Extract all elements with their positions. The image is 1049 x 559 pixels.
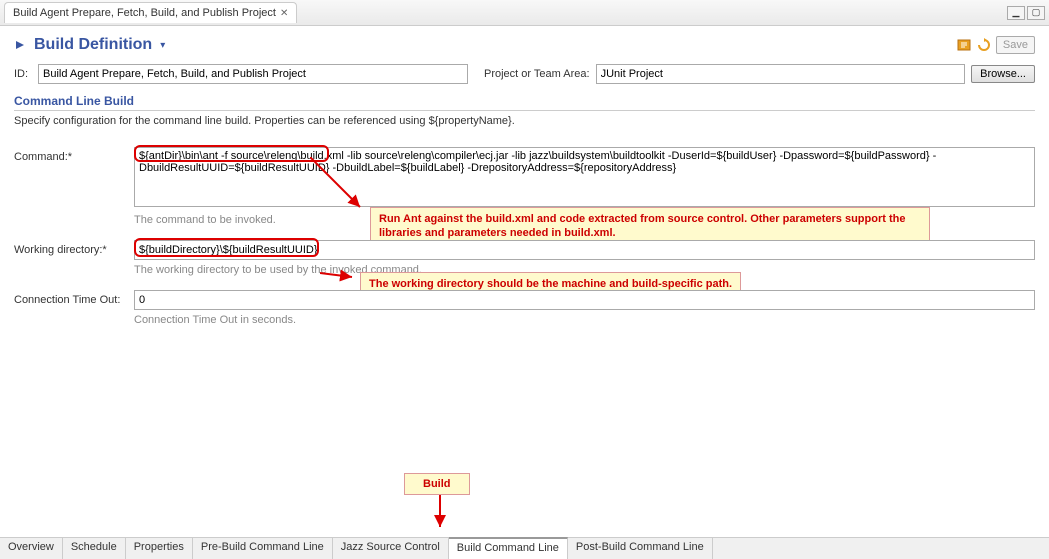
project-label: Project or Team Area: [484, 68, 590, 80]
project-input[interactable] [596, 64, 966, 84]
id-input[interactable] [38, 64, 468, 84]
id-label: ID: [14, 68, 32, 80]
tab-jazz-source-control[interactable]: Jazz Source Control [333, 538, 449, 559]
tab-post-build-command-line[interactable]: Post-Build Command Line [568, 538, 713, 559]
command-label: Command:* [14, 147, 134, 163]
workdir-label: Working directory:* [14, 240, 134, 256]
collapse-icon[interactable] [14, 39, 26, 51]
minimize-button[interactable]: ▁ [1007, 6, 1025, 20]
callout-build: Build [404, 473, 470, 495]
timeout-hint: Connection Time Out in seconds. [134, 314, 1035, 326]
maximize-button[interactable]: ▢ [1027, 6, 1045, 20]
command-input[interactable] [134, 147, 1035, 207]
tab-pre-build-command-line[interactable]: Pre-Build Command Line [193, 538, 333, 559]
workdir-input[interactable] [134, 240, 1035, 260]
section-desc: Specify configuration for the command li… [14, 115, 1035, 127]
tab-build-command-line[interactable]: Build Command Line [449, 537, 568, 559]
section-title: Command Line Build [14, 94, 1035, 111]
tab-overview[interactable]: Overview [0, 538, 63, 559]
chevron-down-icon[interactable]: ▾ [160, 40, 165, 51]
arrow-build [430, 495, 450, 535]
tab-title-text: Build Agent Prepare, Fetch, Build, and P… [13, 7, 276, 19]
page-title: Build Definition [34, 36, 152, 54]
refresh-icon[interactable] [976, 37, 992, 53]
bottom-tabs: Overview Schedule Properties Pre-Build C… [0, 537, 1049, 559]
browse-button[interactable]: Browse... [971, 65, 1035, 83]
tab-schedule[interactable]: Schedule [63, 538, 126, 559]
close-icon[interactable]: ✕ [280, 8, 288, 19]
request-build-icon[interactable] [956, 37, 972, 53]
editor-tab[interactable]: Build Agent Prepare, Fetch, Build, and P… [4, 2, 297, 23]
timeout-input[interactable] [134, 290, 1035, 310]
tab-properties[interactable]: Properties [126, 538, 193, 559]
save-button[interactable]: Save [996, 36, 1035, 54]
timeout-label: Connection Time Out: [14, 290, 134, 306]
